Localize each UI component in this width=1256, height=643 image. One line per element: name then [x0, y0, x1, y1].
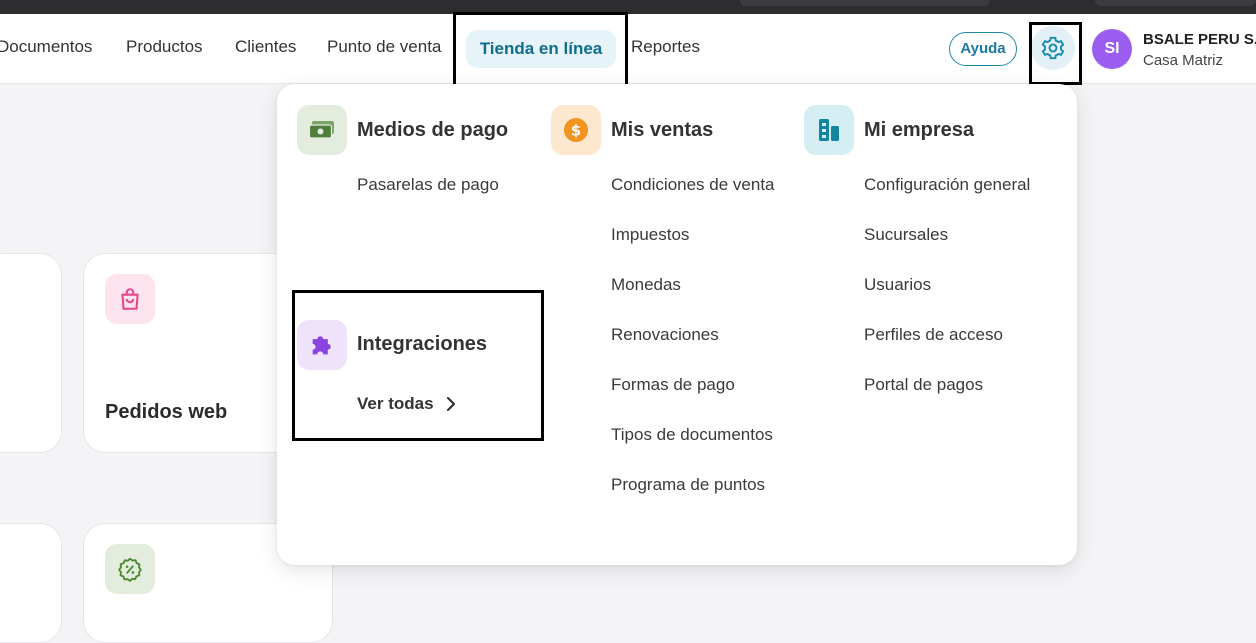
- card-title-pedidos-web: Pedidos web: [105, 401, 228, 423]
- company-name[interactable]: BSALE PERU S...: [1143, 31, 1256, 48]
- building-icon: [804, 105, 854, 155]
- menu-link-programa-de-puntos[interactable]: Programa de puntos: [611, 475, 765, 495]
- company-branch[interactable]: Casa Matriz: [1143, 52, 1223, 69]
- shopping-bag-icon: [105, 274, 155, 324]
- nav-tienda-en-linea-label: Tienda en línea: [479, 39, 603, 58]
- top-navbar: Documentos Productos Clientes Punto de v…: [0, 14, 1256, 84]
- menu-link-portal-de-pagos[interactable]: Portal de pagos: [864, 375, 983, 395]
- nav-productos[interactable]: Productos: [126, 37, 203, 57]
- nav-punto-de-venta[interactable]: Punto de venta: [327, 37, 441, 57]
- dashboard-card[interactable]: [0, 523, 62, 643]
- section-title-mi-empresa: Mi empresa: [864, 119, 975, 141]
- settings-button[interactable]: [1031, 26, 1075, 70]
- avatar[interactable]: SI: [1092, 29, 1132, 69]
- nav-tienda-en-linea[interactable]: Tienda en línea: [466, 30, 616, 68]
- nav-clientes[interactable]: Clientes: [235, 37, 296, 57]
- menu-link-perfiles-de-acceso[interactable]: Perfiles de acceso: [864, 325, 1003, 345]
- dashboard-card[interactable]: [0, 253, 62, 453]
- settings-dropdown-menu: Medios de pago Pasarelas de pago $ Mis v…: [277, 84, 1077, 565]
- gear-icon: [1041, 36, 1065, 60]
- menu-link-usuarios[interactable]: Usuarios: [864, 275, 931, 295]
- menu-link-monedas[interactable]: Monedas: [611, 275, 681, 295]
- browser-tab-shape: [740, 0, 990, 6]
- menu-link-configuracion-general[interactable]: Configuración general: [864, 175, 1030, 195]
- section-title-medios-de-pago: Medios de pago: [357, 119, 509, 141]
- nav-documentos[interactable]: Documentos: [0, 37, 92, 57]
- menu-link-impuestos[interactable]: Impuestos: [611, 225, 689, 245]
- browser-tab-shape: [1095, 0, 1256, 6]
- chevron-right-icon: [446, 396, 455, 412]
- help-button[interactable]: Ayuda: [949, 32, 1017, 66]
- puzzle-piece-icon: [297, 320, 347, 370]
- browser-top-strip: [0, 0, 1256, 14]
- svg-text:$: $: [571, 122, 581, 140]
- section-title-integraciones: Integraciones: [357, 333, 488, 355]
- section-title-mis-ventas: Mis ventas: [611, 119, 714, 141]
- menu-link-renovaciones[interactable]: Renovaciones: [611, 325, 719, 345]
- see-all-integrations-link[interactable]: Ver todas: [357, 394, 456, 414]
- see-all-label: Ver todas: [357, 394, 434, 413]
- money-icon: [297, 105, 347, 155]
- discount-badge-icon: [105, 544, 155, 594]
- menu-link-formas-de-pago[interactable]: Formas de pago: [611, 375, 735, 395]
- menu-link-tipos-de-documentos[interactable]: Tipos de documentos: [611, 425, 773, 445]
- dollar-coin-icon: $: [551, 105, 601, 155]
- menu-link-sucursales[interactable]: Sucursales: [864, 225, 948, 245]
- menu-link-condiciones-de-venta[interactable]: Condiciones de venta: [611, 175, 775, 195]
- menu-link-pasarelas-de-pago[interactable]: Pasarelas de pago: [357, 175, 499, 195]
- nav-reportes[interactable]: Reportes: [631, 37, 700, 57]
